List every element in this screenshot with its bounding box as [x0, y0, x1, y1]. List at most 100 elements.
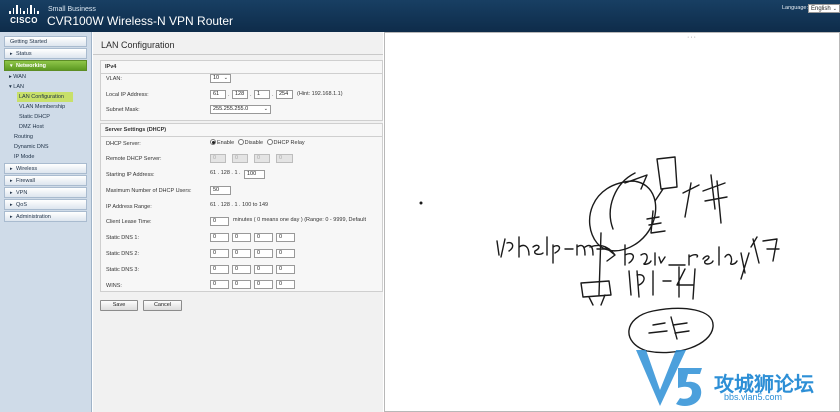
radio-empty-icon [266, 139, 273, 145]
sidebar-item-label: Status [16, 51, 32, 57]
chevron-right-icon: ▸ [10, 51, 13, 57]
radio-relay-label: DHCP Relay [273, 140, 305, 146]
radio-dhcp-relay[interactable]: DHCP Relay [266, 139, 305, 146]
dhcp-section: Server Settings (DHCP) DHCP Server: Enab… [100, 123, 383, 292]
local-ip-octet-2[interactable]: 128 [232, 90, 248, 99]
ipv4-heading: IPv4 [101, 61, 382, 74]
sidebar-item-label: LAN [13, 84, 24, 90]
subnet-mask-label: Subnet Mask: [106, 107, 140, 113]
dns1-octet-2[interactable]: 0 [232, 233, 251, 242]
radio-disable-label: Disable [244, 140, 264, 146]
sidebar-item-status[interactable]: ▸ Status [4, 48, 87, 59]
dns3-octet-3[interactable]: 0 [254, 265, 273, 274]
handwriting-canvas [419, 156, 780, 354]
vlan-value: 10 [213, 75, 220, 81]
wins-octet-4[interactable]: 0 [276, 280, 295, 289]
chevron-down-icon: ▾ [10, 63, 13, 69]
hand-drawn-switch-icon [654, 156, 678, 202]
sidebar-item-label: Getting Started [10, 39, 47, 45]
sidebar-item-wan[interactable]: ▸ WAN [0, 72, 91, 82]
ipv4-section: IPv4 VLAN: 10 ⌄ Local IP Address: 61 . 1… [100, 60, 383, 121]
hand-drawn-label-port [628, 266, 696, 300]
radio-empty-icon [237, 139, 244, 145]
dns2-octet-4[interactable]: 0 [276, 249, 295, 258]
sidebar-item-ip-mode[interactable]: IP Mode [0, 152, 91, 162]
wins-octet-3[interactable]: 0 [254, 280, 273, 289]
app-header: CISCO Small Business CVR100W Wireless-N … [0, 0, 840, 32]
radio-enable[interactable]: Enable [210, 139, 234, 146]
chevron-right-icon: ▸ [10, 190, 13, 196]
sidebar-item-routing[interactable]: Routing [0, 132, 91, 142]
lease-time-input[interactable]: 0 [210, 217, 229, 226]
brand-line: Small Business [48, 6, 96, 13]
local-ip-label: Local IP Address: [106, 92, 149, 98]
sidebar-item-static-dhcp[interactable]: Static DHCP [0, 112, 91, 122]
dns1-octet-3[interactable]: 0 [254, 233, 273, 242]
static-dns1-label: Static DNS 1: [106, 235, 140, 241]
title-divider [93, 54, 383, 55]
remote-dhcp-octet-1: 0 [210, 154, 226, 163]
wins-octet-1[interactable]: 0 [210, 280, 229, 289]
dhcp-server-label: DHCP Server: [106, 141, 141, 147]
max-users-label: Maximum Number of DHCP Users: [106, 188, 192, 194]
language-select[interactable]: English ⌄ [808, 4, 840, 13]
hand-drawn-ellipse [588, 180, 657, 252]
subnet-mask-select[interactable]: 255.255.255.0 ⌄ [210, 105, 271, 114]
cisco-logo: CISCO [8, 5, 40, 27]
remote-dhcp-octet-3: 0 [254, 154, 270, 163]
hand-drawn-label-broadcast [682, 174, 728, 224]
sidebar-item-lan[interactable]: ▾ LAN [0, 82, 91, 92]
watermark-url: bbs.vlan5.com [724, 392, 783, 402]
max-users-input[interactable]: 50 [210, 186, 231, 195]
dns2-octet-2[interactable]: 0 [232, 249, 251, 258]
dns3-octet-1[interactable]: 0 [210, 265, 229, 274]
chevron-right-icon: ▸ [10, 166, 13, 172]
vlan-select[interactable]: 10 ⌄ [210, 74, 231, 83]
starting-ip-last-octet[interactable]: 100 [244, 170, 265, 179]
chevron-right-icon: ▸ [10, 202, 13, 208]
dns1-octet-1[interactable]: 0 [210, 233, 229, 242]
drawing-overlay[interactable]: ··· [384, 32, 840, 412]
radio-disable[interactable]: Disable [237, 139, 264, 146]
main-content: LAN Configuration IPv4 VLAN: 10 ⌄ Local … [93, 32, 383, 412]
chevron-down-icon: ⌄ [832, 6, 837, 12]
chevron-down-icon: ⌄ [223, 75, 228, 81]
sidebar-item-wireless[interactable]: ▸ Wireless [4, 163, 87, 174]
dns2-octet-3[interactable]: 0 [254, 249, 273, 258]
cancel-button[interactable]: Cancel [143, 300, 182, 311]
sidebar: Getting Started ▸ Status ▾ Networking ▸ … [0, 32, 92, 412]
static-dns2-label: Static DNS 2: [106, 251, 140, 257]
logo-text: CISCO [10, 16, 38, 25]
local-ip-octet-1[interactable]: 61 [210, 90, 226, 99]
dns3-octet-2[interactable]: 0 [232, 265, 251, 274]
subnet-mask-value: 255.255.255.0 [213, 106, 249, 112]
starting-ip-prefix: 61 . 128 . 1 . [210, 170, 241, 176]
ip-range-label: IP Address Range: [106, 204, 152, 210]
sidebar-item-dmz-host[interactable]: DMZ Host [0, 122, 91, 132]
remote-dhcp-octet-4: 0 [276, 154, 293, 163]
radio-selected-icon [210, 139, 216, 145]
local-ip-octet-3[interactable]: 1 [254, 90, 270, 99]
sidebar-item-qos[interactable]: ▸ QoS [4, 199, 87, 210]
sidebar-item-dynamic-dns[interactable]: Dynamic DNS [0, 142, 91, 152]
sidebar-item-label: Firewall [16, 178, 35, 184]
dns1-octet-4[interactable]: 0 [276, 233, 295, 242]
sidebar-item-networking[interactable]: ▾ Networking [4, 60, 87, 71]
dns2-octet-1[interactable]: 0 [210, 249, 229, 258]
local-ip-octet-4[interactable]: 254 [276, 90, 293, 99]
sidebar-item-administration[interactable]: ▸ Administration [4, 211, 87, 222]
remote-dhcp-label: Remote DHCP Server: [106, 156, 162, 162]
page-title: LAN Configuration [101, 40, 175, 50]
sidebar-item-getting-started[interactable]: Getting Started [4, 36, 87, 47]
sidebar-item-vpn[interactable]: ▸ VPN [4, 187, 87, 198]
v5-logo-icon [636, 350, 702, 406]
language-value: English [811, 6, 831, 12]
sidebar-item-label: Wireless [16, 166, 38, 172]
sidebar-item-firewall[interactable]: ▸ Firewall [4, 175, 87, 186]
save-button[interactable]: Save [100, 300, 138, 311]
wins-octet-2[interactable]: 0 [232, 280, 251, 289]
sidebar-item-vlan-membership[interactable]: VLAN Membership [0, 102, 91, 112]
dhcp-server-radio-group: Enable Disable DHCP Relay [210, 139, 305, 146]
sidebar-item-lan-configuration[interactable]: LAN Configuration [17, 92, 73, 102]
dns3-octet-4[interactable]: 0 [276, 265, 295, 274]
